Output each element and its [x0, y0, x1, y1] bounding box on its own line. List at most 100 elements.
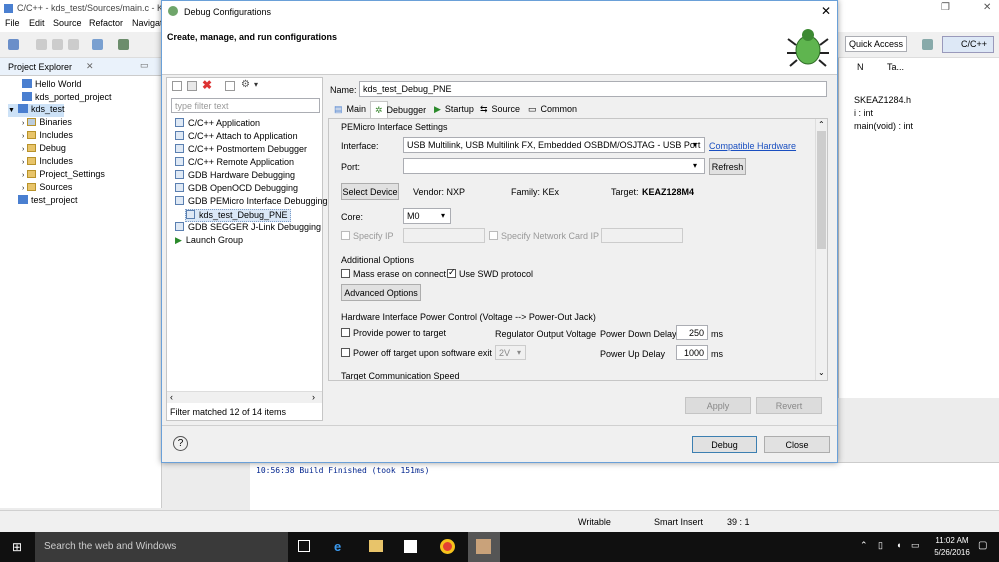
- tree-item[interactable]: › Binaries: [22, 117, 72, 130]
- scroll-left-icon[interactable]: ‹: [170, 392, 173, 402]
- scroll-down-icon[interactable]: ⌄: [818, 368, 825, 377]
- vertical-scrollbar[interactable]: ⌃ ⌄: [815, 119, 827, 380]
- tree-item[interactable]: Hello World: [22, 79, 81, 92]
- chrome-icon[interactable]: [440, 539, 455, 554]
- tab-source[interactable]: ⇆ Source: [476, 101, 520, 118]
- minimize-icon[interactable]: ▭: [140, 60, 149, 71]
- chevron-down-icon[interactable]: ▼: [8, 107, 15, 114]
- taskbar-time[interactable]: 11:02 AM: [932, 536, 972, 545]
- scroll-thumb[interactable]: [817, 131, 826, 249]
- save-all-icon[interactable]: [52, 39, 63, 50]
- advanced-options-button[interactable]: Advanced Options: [341, 284, 421, 301]
- build-icon[interactable]: [118, 39, 129, 50]
- compatible-hardware-link[interactable]: Compatible Hardware: [709, 141, 796, 151]
- ip-input[interactable]: [403, 228, 485, 243]
- chevron-right-icon[interactable]: ›: [22, 159, 24, 166]
- select-device-button[interactable]: Select Device: [341, 183, 399, 200]
- chevron-right-icon[interactable]: ›: [22, 146, 24, 153]
- menu-file[interactable]: File: [5, 18, 20, 28]
- config-item[interactable]: C/C++ Postmortem Debugger: [175, 144, 307, 157]
- delete-icon[interactable]: ✖: [202, 78, 212, 92]
- menu-refactor[interactable]: Refactor: [89, 18, 123, 28]
- refresh-button[interactable]: Refresh: [709, 158, 746, 175]
- power-down-input[interactable]: 250: [676, 325, 708, 340]
- tree-item[interactable]: › Includes: [22, 156, 73, 169]
- interface-select[interactable]: USB Multilink, USB Multilink FX, Embedde…: [403, 137, 705, 153]
- mass-erase-checkbox[interactable]: Mass erase on connect: [341, 269, 446, 279]
- new-icon[interactable]: [8, 39, 19, 50]
- filter-icon[interactable]: ⚙: [241, 79, 250, 90]
- taskbar-date[interactable]: 5/26/2016: [932, 548, 972, 557]
- duplicate-icon[interactable]: [187, 81, 197, 91]
- project-explorer-title[interactable]: Project Explorer: [8, 62, 72, 72]
- chevron-down-icon[interactable]: ▾: [517, 348, 521, 357]
- tree-item[interactable]: › Project_Settings: [22, 169, 105, 182]
- open-perspective-icon[interactable]: [922, 39, 933, 50]
- nic-ip-input[interactable]: [601, 228, 683, 243]
- tab-main[interactable]: ▤ Main: [330, 101, 366, 118]
- perspective-cpp[interactable]: C/C++: [942, 36, 994, 53]
- tab-debugger[interactable]: ✲ Debugger: [370, 101, 426, 118]
- outline-item[interactable]: main(void) : int: [854, 121, 913, 131]
- file-explorer-icon[interactable]: [369, 540, 383, 552]
- power-up-input[interactable]: 1000: [676, 345, 708, 360]
- voltage-select[interactable]: 2V: [495, 345, 526, 360]
- print-icon[interactable]: [68, 39, 79, 50]
- task-view-icon[interactable]: [298, 540, 310, 552]
- revert-button[interactable]: Revert: [756, 397, 822, 414]
- edge-icon[interactable]: e: [334, 539, 341, 554]
- config-item[interactable]: GDB PEMicro Interface Debugging: [175, 196, 328, 209]
- gear-icon[interactable]: [92, 39, 103, 50]
- tree-item-selected[interactable]: ▼ kds_test: [8, 104, 65, 117]
- config-item[interactable]: C/C++ Attach to Application: [175, 131, 298, 144]
- quick-access-input[interactable]: Quick Access: [845, 36, 907, 52]
- dialog-close-icon[interactable]: ✕: [821, 4, 831, 18]
- chevron-right-icon[interactable]: ›: [22, 133, 24, 140]
- network-icon[interactable]: ▯: [878, 540, 883, 551]
- close-button[interactable]: Close: [764, 436, 830, 453]
- tree-item[interactable]: › Includes: [22, 130, 73, 143]
- windows-start-icon[interactable]: ⊞: [12, 540, 22, 554]
- chevron-down-icon[interactable]: ▾: [254, 80, 258, 89]
- config-item[interactable]: GDB Hardware Debugging: [175, 170, 295, 183]
- chevron-down-icon[interactable]: ▾: [693, 140, 697, 149]
- chevron-down-icon[interactable]: ▾: [441, 211, 445, 220]
- menu-edit[interactable]: Edit: [29, 18, 45, 28]
- store-icon[interactable]: [404, 540, 417, 553]
- chevron-right-icon[interactable]: ›: [22, 120, 24, 127]
- provide-power-checkbox[interactable]: Provide power to target: [341, 328, 446, 338]
- specify-nic-checkbox[interactable]: Specify Network Card IP: [489, 231, 599, 241]
- config-item[interactable]: C/C++ Application: [175, 118, 260, 131]
- config-item[interactable]: GDB OpenOCD Debugging: [175, 183, 298, 196]
- tree-item[interactable]: › Debug: [22, 143, 66, 156]
- use-swd-checkbox[interactable]: Use SWD protocol: [447, 267, 533, 279]
- debug-button[interactable]: Debug: [692, 436, 757, 453]
- chevron-up-icon[interactable]: ⌃: [860, 540, 868, 551]
- power-off-checkbox[interactable]: Power off target upon software exit: [341, 348, 492, 358]
- scroll-right-icon[interactable]: ›: [312, 392, 315, 402]
- port-select[interactable]: [403, 158, 705, 174]
- outline-item[interactable]: i : int: [854, 108, 873, 118]
- tab-startup[interactable]: ▶ Startup: [430, 101, 474, 118]
- volume-icon[interactable]: ◖: [896, 540, 901, 550]
- chevron-down-icon[interactable]: ▾: [693, 161, 697, 170]
- help-icon[interactable]: ?: [173, 436, 188, 451]
- config-item-selected[interactable]: kds_test_Debug_PNE: [185, 209, 291, 222]
- collapse-all-icon[interactable]: [225, 81, 235, 91]
- menu-navigate[interactable]: Navigat: [132, 18, 163, 28]
- outline-tab-1[interactable]: N: [857, 62, 864, 72]
- config-item[interactable]: ▶ Launch Group: [175, 235, 243, 248]
- apply-button[interactable]: Apply: [685, 397, 751, 414]
- close-icon[interactable]: ✕: [983, 2, 991, 13]
- restore-icon[interactable]: ❐: [941, 2, 950, 13]
- name-input[interactable]: kds_test_Debug_PNE: [359, 81, 827, 97]
- config-item[interactable]: C/C++ Remote Application: [175, 157, 294, 170]
- new-config-icon[interactable]: [172, 81, 182, 91]
- tab-common[interactable]: ▭ Common: [524, 101, 577, 118]
- outline-item[interactable]: SKEAZ1284.h: [854, 95, 911, 105]
- notification-icon[interactable]: ▢: [978, 540, 987, 551]
- close-tab-icon[interactable]: ✕: [86, 61, 94, 72]
- tree-item[interactable]: test_project: [8, 195, 78, 208]
- filter-input[interactable]: type filter text: [171, 98, 320, 113]
- horizontal-scrollbar[interactable]: ‹ ›: [167, 391, 322, 403]
